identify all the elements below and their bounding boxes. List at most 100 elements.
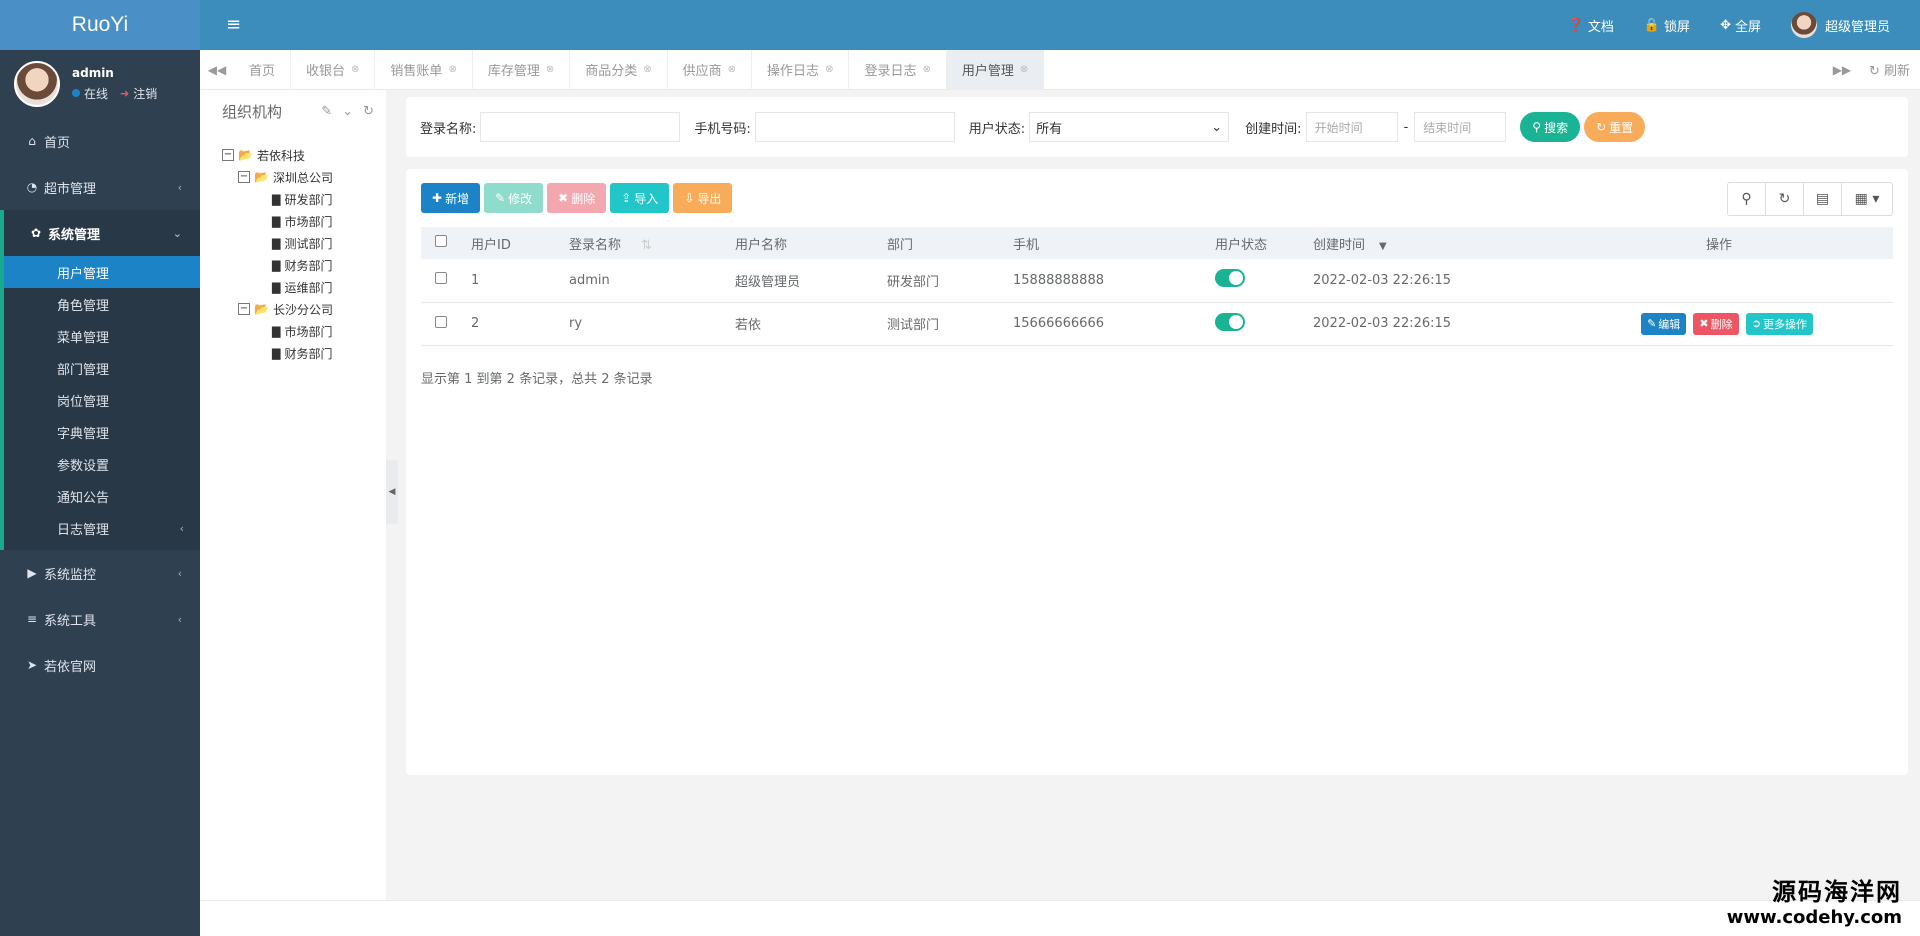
- sidebar-item-market[interactable]: ◔ 超市管理 ‹: [0, 164, 200, 210]
- close-icon[interactable]: ⊗: [922, 64, 930, 75]
- avatar[interactable]: [14, 60, 60, 107]
- table-columns-icon[interactable]: ▦ ▾: [1842, 183, 1892, 215]
- tree-node-company[interactable]: − 📂 深圳总公司: [222, 166, 386, 188]
- status-toggle[interactable]: [1215, 312, 1245, 331]
- refresh-icon[interactable]: ↻: [363, 104, 374, 119]
- tab-oper-log[interactable]: 操作日志 ⊗: [752, 49, 850, 90]
- fullscreen-link[interactable]: ✥ 全屏: [1720, 16, 1761, 35]
- home-icon: ⌂: [28, 134, 36, 148]
- lock-screen-link[interactable]: 🔒 锁屏: [1644, 16, 1690, 35]
- tree-node-root[interactable]: − 📂 若依科技: [222, 144, 386, 166]
- refresh-tab-button[interactable]: ↻ 刷新: [1859, 60, 1920, 79]
- sidebar-item-user-management[interactable]: 用户管理: [4, 256, 200, 288]
- login-name-input[interactable]: [480, 112, 681, 142]
- close-icon[interactable]: ⊗: [643, 64, 651, 75]
- logout-link[interactable]: 注销: [133, 85, 157, 102]
- tab-inventory[interactable]: 库存管理 ⊗: [473, 49, 571, 90]
- docs-link[interactable]: ❓ 文档: [1568, 16, 1614, 35]
- status-toggle[interactable]: [1215, 269, 1245, 288]
- tree-node-dept[interactable]: ▇ 运维部门: [222, 276, 386, 298]
- end-time-input[interactable]: 结束时间: [1414, 112, 1507, 142]
- table-refresh-icon[interactable]: ↻: [1766, 183, 1804, 215]
- sidebar-item-dept-management[interactable]: 部门管理: [4, 352, 200, 384]
- reset-button[interactable]: ↻ 重置: [1584, 112, 1646, 142]
- org-tree: − 📂 若依科技 − 📂 深圳总公司 ▇ 研发部门 ▇ 市场部门 ▇ 测试部门 ▇ 财务…: [200, 132, 386, 364]
- col-status[interactable]: 用户状态: [1201, 227, 1299, 259]
- import-button[interactable]: ⇪ 导入: [610, 183, 670, 213]
- tab-sales[interactable]: 销售账单 ⊗: [375, 49, 473, 90]
- tab-home[interactable]: 首页: [234, 49, 292, 90]
- sidebar-item-role-management[interactable]: 角色管理: [4, 288, 200, 320]
- tab-scroll-right-icon[interactable]: ▶▶: [1825, 63, 1859, 77]
- edit-button[interactable]: ✎ 修改: [484, 183, 544, 213]
- collapse-icon[interactable]: −: [238, 303, 250, 315]
- sidebar-item-home[interactable]: ⌂ 首页: [0, 118, 200, 164]
- tab-login-log[interactable]: 登录日志 ⊗: [849, 49, 947, 90]
- row-more-button[interactable]: ➲ 更多操作: [1745, 312, 1813, 335]
- user-menu[interactable]: 超级管理员: [1790, 12, 1890, 38]
- table-toggle-view-icon[interactable]: ▤: [1804, 183, 1842, 215]
- phone-input[interactable]: [754, 112, 955, 142]
- menu-toggle-icon[interactable]: ≡: [226, 14, 241, 35]
- tree-node-dept[interactable]: ▇ 测试部门: [222, 232, 386, 254]
- search-button[interactable]: ⚲ 搜索: [1520, 112, 1581, 142]
- sidebar-item-post-management[interactable]: 岗位管理: [4, 384, 200, 416]
- download-icon: ⇩: [684, 191, 695, 205]
- tree-node-company[interactable]: − 📂 长沙分公司: [222, 298, 386, 320]
- top-header: ≡ ❓ 文档 🔒 锁屏 ✥ 全屏 超级管理员: [200, 0, 1920, 50]
- sidebar-item-system[interactable]: ✿ 系统管理 ⌄: [0, 210, 200, 256]
- close-icon[interactable]: ⊗: [1020, 64, 1028, 75]
- export-button[interactable]: ⇩ 导出: [673, 183, 733, 213]
- col-user-name[interactable]: 用户名称: [721, 227, 873, 259]
- close-icon[interactable]: ⊗: [351, 64, 359, 75]
- sidebar-item-website[interactable]: ➤ 若依官网: [0, 642, 200, 688]
- tree-node-dept[interactable]: ▇ 财务部门: [222, 342, 386, 364]
- row-edit-button[interactable]: ✎ 编辑: [1641, 312, 1687, 335]
- table-row[interactable]: 2 ry 若依 测试部门 15666666666 2022-02-03 22:2…: [421, 302, 1893, 346]
- sidebar-item-monitor[interactable]: ▶ 系统监控 ‹: [0, 550, 200, 596]
- sidebar-item-menu-management[interactable]: 菜单管理: [4, 320, 200, 352]
- collapse-icon[interactable]: −: [222, 149, 234, 161]
- row-checkbox[interactable]: [435, 315, 447, 328]
- sidebar-item-params[interactable]: 参数设置: [4, 448, 200, 480]
- col-created[interactable]: 创建时间 ▼: [1299, 227, 1545, 259]
- tab-category[interactable]: 商品分类 ⊗: [570, 49, 668, 90]
- start-time-input[interactable]: 开始时间: [1305, 112, 1398, 142]
- close-icon[interactable]: ⊗: [825, 64, 833, 75]
- chevron-down-icon[interactable]: ⌄: [342, 104, 353, 119]
- col-dept[interactable]: 部门: [873, 227, 999, 259]
- sign-out-icon[interactable]: ➜: [120, 87, 129, 100]
- tab-supplier[interactable]: 供应商 ⊗: [668, 49, 753, 90]
- close-icon[interactable]: ⊗: [448, 64, 456, 75]
- table-row[interactable]: 1 admin 超级管理员 研发部门 15888888888 2022-02-0…: [421, 259, 1893, 303]
- tree-node-dept[interactable]: ▇ 市场部门: [222, 210, 386, 232]
- col-login-name[interactable]: 登录名称 ⇅: [555, 227, 721, 259]
- select-all-checkbox[interactable]: [435, 235, 447, 247]
- edit-icon[interactable]: ✎: [321, 104, 332, 119]
- app-logo[interactable]: RuoYi: [0, 0, 200, 50]
- status-select[interactable]: 所有 ⌄: [1029, 112, 1230, 142]
- tree-node-dept[interactable]: ▇ 市场部门: [222, 320, 386, 342]
- sidebar-item-tools[interactable]: ≡ 系统工具 ‹: [0, 596, 200, 642]
- delete-button[interactable]: ✖ 删除: [547, 183, 607, 213]
- row-checkbox[interactable]: [435, 272, 447, 285]
- add-button[interactable]: ✚ 新增: [421, 183, 481, 213]
- tab-user-management[interactable]: 用户管理 ⊗: [946, 49, 1045, 90]
- close-icon[interactable]: ⊗: [546, 64, 554, 75]
- table-search-icon[interactable]: ⚲: [1728, 183, 1766, 215]
- col-phone[interactable]: 手机: [999, 227, 1201, 259]
- sidebar-item-logs[interactable]: 日志管理 ‹: [4, 512, 200, 544]
- tree-node-dept[interactable]: ▇ 研发部门: [222, 188, 386, 210]
- sidebar-item-dict-management[interactable]: 字典管理: [4, 416, 200, 448]
- close-icon[interactable]: ⊗: [728, 64, 736, 75]
- tree-node-dept[interactable]: ▇ 财务部门: [222, 254, 386, 276]
- watermark: 源码海洋网 www.codehy.com: [1727, 872, 1902, 928]
- row-delete-button[interactable]: ✖ 删除: [1693, 312, 1739, 335]
- col-user-id[interactable]: 用户ID: [457, 227, 555, 259]
- tab-scroll-left-icon[interactable]: ◀◀: [200, 63, 234, 77]
- collapse-icon[interactable]: −: [238, 171, 250, 183]
- tab-cashier[interactable]: 收银台 ⊗: [291, 49, 376, 90]
- tree-collapse-handle[interactable]: ◀: [386, 460, 398, 524]
- watermark-title: 源码海洋网: [1772, 878, 1902, 906]
- sidebar-item-notice[interactable]: 通知公告: [4, 480, 200, 512]
